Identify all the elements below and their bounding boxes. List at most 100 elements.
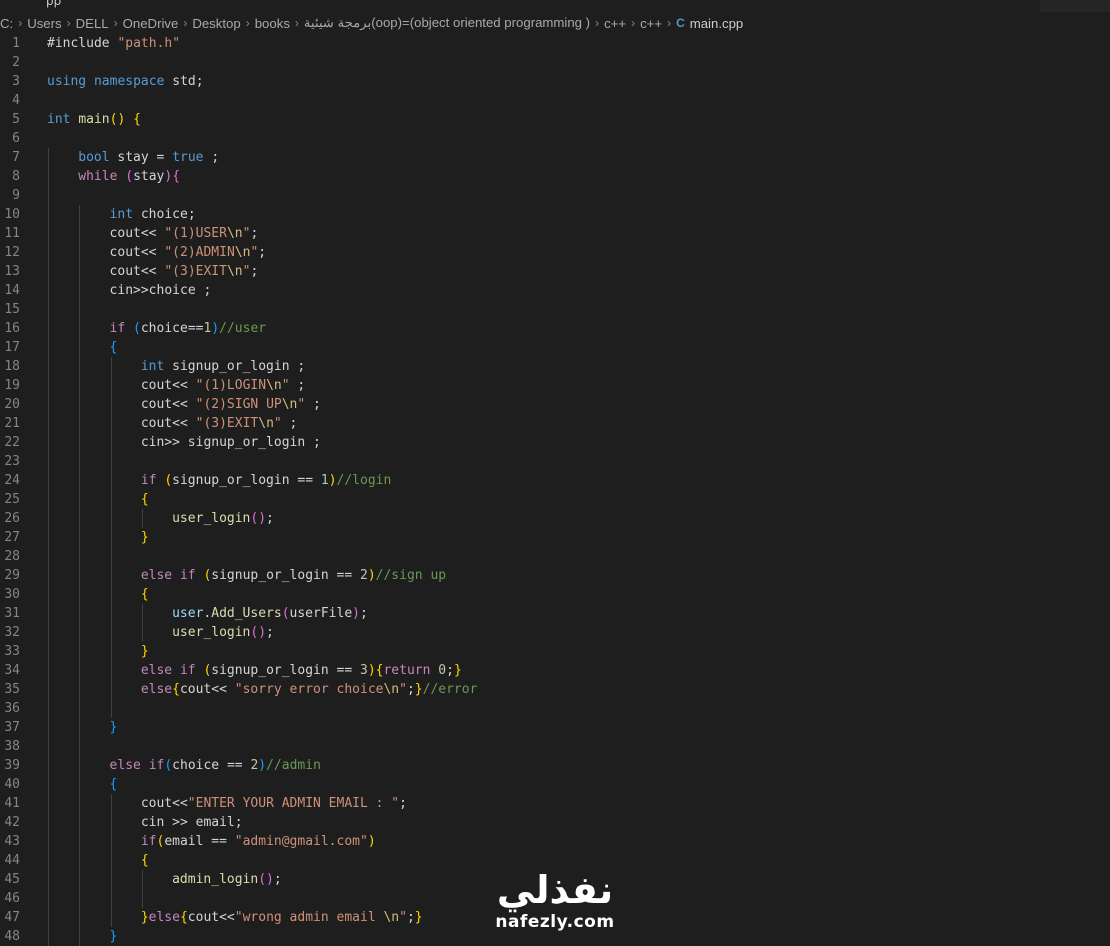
code-token: } [140, 530, 149, 545]
code-line[interactable]: 28 [0, 547, 1110, 566]
tab-main-cpp[interactable]: pp [0, 0, 1040, 12]
indent-guide [110, 357, 112, 376]
line-number: 25 [4, 492, 20, 507]
code-line[interactable]: 10 int choice; [0, 205, 1110, 224]
code-line[interactable]: 36 [0, 699, 1110, 718]
code-line[interactable]: 22 cin>> signup_or_login ; [0, 433, 1110, 452]
chevron-right-icon: › [18, 16, 23, 30]
code-line[interactable]: 32 user_login(); [0, 623, 1110, 642]
code-token: } [414, 910, 423, 925]
code-line[interactable]: 1 #include "path.h" [0, 34, 1110, 53]
breadcrumb-item[interactable]: Users [27, 16, 61, 31]
code-line[interactable]: 38 [0, 737, 1110, 756]
indent-guide [79, 566, 81, 585]
code-line[interactable]: 15 [0, 300, 1110, 319]
code-line[interactable]: 5 int main() { [0, 110, 1110, 129]
code-text: admin_login(); [172, 870, 282, 889]
code-text: if(email == "admin@gmail.com") [141, 832, 376, 851]
code-token: main [78, 112, 110, 127]
code-token: ; [273, 872, 282, 887]
code-line[interactable]: 37} [0, 718, 1110, 737]
code-line[interactable]: 16 if (choice==1)//user [0, 319, 1110, 338]
code-line[interactable]: 2 [0, 53, 1110, 72]
code-editor[interactable]: 1 #include "path.h" 2 3 using namespace std;… [0, 34, 1110, 946]
code-token: "(2)SIGN UP [195, 397, 282, 412]
indent-guide [48, 357, 49, 376]
code-line[interactable]: 8 while (stay){ [0, 167, 1110, 186]
code-token: ; [305, 397, 321, 412]
code-line[interactable]: 13 cout<< "(3)EXIT\n"; [0, 262, 1110, 281]
indent-guide [48, 490, 49, 509]
code-line[interactable]: 11 cout<< "(1)USER\n"; [0, 224, 1110, 243]
breadcrumb-item[interactable]: c++ [640, 16, 662, 31]
indent-guide [110, 699, 112, 718]
code-token: Add_Users [211, 606, 282, 621]
code-token: user [172, 606, 204, 621]
code-token: return [383, 663, 431, 678]
breadcrumb-item[interactable]: books [255, 16, 290, 31]
code-line[interactable]: 14 cin>>choice ; [0, 281, 1110, 300]
code-line[interactable]: 6 [0, 129, 1110, 148]
code-line[interactable]: 23 [0, 452, 1110, 471]
indent-guide [79, 832, 81, 851]
code-token: \n [234, 245, 251, 260]
code-token: //sign up [375, 568, 447, 583]
line-number: 21 [4, 416, 20, 431]
code-token: () [250, 625, 267, 640]
code-text: } [110, 718, 118, 737]
code-line[interactable]: 21 cout<< "(3)EXIT\n" ; [0, 414, 1110, 433]
code-line[interactable]: 24 if (signup_or_login == 1)//login [0, 471, 1110, 490]
code-line[interactable]: 20 cout<< "(2)SIGN UP\n" ; [0, 395, 1110, 414]
code-token: ; [399, 796, 407, 811]
code-line[interactable]: 26 user_login(); [0, 509, 1110, 528]
code-token: namespace [93, 74, 165, 89]
code-token: bool [78, 150, 110, 165]
code-line[interactable]: 4 [0, 91, 1110, 110]
indent-guide [48, 680, 49, 699]
code-text: cout<< "(3)EXIT\n" ; [141, 414, 298, 433]
code-line[interactable]: 27} [0, 528, 1110, 547]
code-line[interactable]: 34 else if (signup_or_login == 3){return … [0, 661, 1110, 680]
indent-guide [48, 243, 49, 262]
code-line[interactable]: 43 if(email == "admin@gmail.com") [0, 832, 1110, 851]
indent-guide [48, 376, 49, 395]
indent-guide [48, 300, 49, 319]
code-line[interactable]: 29 else if (signup_or_login == 2)//sign u… [0, 566, 1110, 585]
breadcrumb-file[interactable]: main.cpp [690, 16, 744, 31]
line-number: 24 [4, 473, 20, 488]
code-line[interactable]: 12 cout<< "(2)ADMIN\n"; [0, 243, 1110, 262]
code-text: { [110, 775, 118, 794]
code-line[interactable]: 18 int signup_or_login ; [0, 357, 1110, 376]
breadcrumb-item[interactable]: DELL [76, 16, 109, 31]
code-line[interactable]: 7 bool stay = true ; [0, 148, 1110, 167]
code-line[interactable]: 9 [0, 186, 1110, 205]
indent-guide [79, 718, 81, 737]
code-line[interactable]: 25 { [0, 490, 1110, 509]
code-line[interactable]: 19 cout<< "(1)LOGIN\n" ; [0, 376, 1110, 395]
code-line[interactable]: 41 cout<<"ENTER YOUR ADMIN EMAIL : "; [0, 794, 1110, 813]
line-number: 31 [4, 606, 20, 621]
code-token: std; [164, 74, 204, 89]
breadcrumb-item[interactable]: c++ [604, 16, 626, 31]
code-line[interactable]: 17 { [0, 338, 1110, 357]
code-line[interactable]: 33} [0, 642, 1110, 661]
code-token: ) [258, 758, 267, 773]
indent-guide [110, 851, 112, 870]
code-line[interactable]: 39 else if(choice == 2)//admin [0, 756, 1110, 775]
line-number: 37 [4, 720, 20, 735]
code-line[interactable]: 35 else{cout<< "sorry error choice\n";}//… [0, 680, 1110, 699]
line-number: 28 [4, 549, 20, 564]
breadcrumb-item[interactable]: OneDrive [123, 16, 179, 31]
line-number: 45 [4, 872, 20, 887]
code-line[interactable]: 42 cin >> email; [0, 813, 1110, 832]
breadcrumb-item[interactable]: Desktop [192, 16, 240, 31]
code-line[interactable]: 3 using namespace std; [0, 72, 1110, 91]
code-text: user_login(); [172, 623, 274, 642]
code-line[interactable]: 40 { [0, 775, 1110, 794]
code-line[interactable]: 30 { [0, 585, 1110, 604]
breadcrumb-item[interactable]: C: [0, 16, 13, 31]
breadcrumb-item[interactable]: برمجة شيئية(oop)=(object oriented progra… [304, 15, 590, 31]
code-line[interactable]: 31 user.Add_Users(userFile); [0, 604, 1110, 623]
code-token: { [172, 169, 181, 184]
